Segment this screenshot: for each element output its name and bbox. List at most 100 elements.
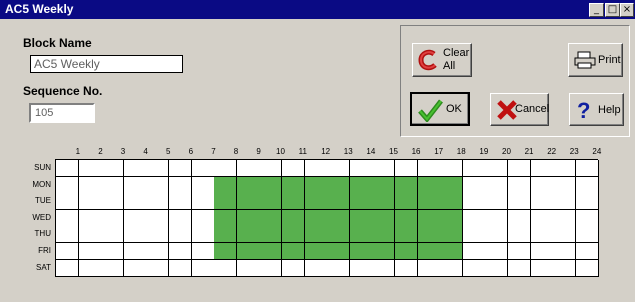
schedule-cell[interactable] [169,226,192,244]
schedule-cell[interactable] [372,193,396,211]
schedule-cell[interactable] [214,160,238,177]
schedule-cell[interactable] [282,259,305,277]
schedule-cell[interactable] [191,209,215,227]
block-name-field[interactable]: AC5 Weekly [30,55,183,73]
schedule-cell[interactable] [417,160,441,177]
schedule-cell[interactable] [169,209,192,227]
schedule-cell[interactable] [214,193,238,211]
schedule-cell[interactable] [462,259,486,277]
close-button[interactable]: × [620,3,634,17]
schedule-cell[interactable] [123,259,147,277]
schedule-cell[interactable] [214,209,238,227]
schedule-cell[interactable] [123,160,147,177]
schedule-cell[interactable] [395,176,418,194]
schedule-cell[interactable] [395,243,418,260]
schedule-cell[interactable] [191,160,215,177]
schedule-cell[interactable] [191,243,215,260]
schedule-cell[interactable] [530,243,554,260]
schedule-cell[interactable] [191,259,215,277]
schedule-cell[interactable] [349,259,373,277]
schedule-cell[interactable] [553,226,577,244]
schedule-cell[interactable] [123,193,147,211]
schedule-cell[interactable] [236,243,260,260]
schedule-cell[interactable] [553,160,577,177]
cancel-button[interactable]: Cancel [490,93,549,126]
schedule-cell[interactable] [417,176,441,194]
schedule-cell[interactable] [282,209,305,227]
schedule-cell[interactable] [553,209,577,227]
schedule-cell[interactable] [508,243,531,260]
schedule-cell[interactable] [123,176,147,194]
schedule-cell[interactable] [101,259,125,277]
schedule-cell[interactable] [78,176,102,194]
schedule-cell[interactable] [282,243,305,260]
schedule-cell[interactable] [236,209,260,227]
schedule-cell[interactable] [78,259,102,277]
schedule-cell[interactable] [236,226,260,244]
schedule-cell[interactable] [327,209,351,227]
schedule-cell[interactable] [417,209,441,227]
schedule-cell[interactable] [372,176,396,194]
schedule-cell[interactable] [530,209,554,227]
schedule-cell[interactable] [191,226,215,244]
clear-all-button[interactable]: Clear All [412,43,472,77]
schedule-cell[interactable] [530,259,554,277]
schedule-cell[interactable] [462,160,486,177]
schedule-cell[interactable] [417,226,441,244]
schedule-cell[interactable] [259,193,283,211]
schedule-cell[interactable] [508,193,531,211]
schedule-cell[interactable] [56,259,79,277]
schedule-cell[interactable] [462,209,486,227]
schedule-cell[interactable] [236,193,260,211]
schedule-cell[interactable] [169,193,192,211]
schedule-cell[interactable] [349,226,373,244]
schedule-cell[interactable] [304,243,328,260]
schedule-cell[interactable] [56,226,79,244]
schedule-cell[interactable] [259,176,283,194]
schedule-cell[interactable] [575,209,599,227]
schedule-cell[interactable] [395,193,418,211]
schedule-cell[interactable] [304,193,328,211]
schedule-cell[interactable] [575,226,599,244]
schedule-cell[interactable] [417,259,441,277]
schedule-cell[interactable] [282,193,305,211]
schedule-cell[interactable] [508,209,531,227]
schedule-cell[interactable] [462,193,486,211]
sequence-field[interactable]: 105 [29,103,95,123]
schedule-cell[interactable] [327,259,351,277]
schedule-cell[interactable] [327,193,351,211]
schedule-cell[interactable] [440,226,464,244]
minimize-button[interactable]: _ [589,3,604,17]
schedule-cell[interactable] [327,176,351,194]
schedule-cell[interactable] [146,176,170,194]
schedule-cell[interactable] [440,160,464,177]
schedule-cell[interactable] [440,176,464,194]
schedule-cell[interactable] [259,243,283,260]
schedule-cell[interactable] [101,209,125,227]
schedule-cell[interactable] [123,209,147,227]
schedule-cell[interactable] [101,160,125,177]
schedule-cell[interactable] [214,226,238,244]
schedule-cell[interactable] [236,176,260,194]
schedule-cell[interactable] [440,193,464,211]
schedule-cell[interactable] [417,243,441,260]
schedule-cell[interactable] [214,243,238,260]
schedule-cell[interactable] [282,176,305,194]
schedule-cell[interactable] [485,209,509,227]
ok-button[interactable]: OK [410,92,470,126]
schedule-cell[interactable] [101,243,125,260]
schedule-cell[interactable] [304,226,328,244]
schedule-cell[interactable] [78,193,102,211]
schedule-cell[interactable] [282,226,305,244]
schedule-cell[interactable] [259,259,283,277]
schedule-cell[interactable] [485,193,509,211]
schedule-cell[interactable] [372,259,396,277]
schedule-cell[interactable] [146,243,170,260]
schedule-cell[interactable] [575,160,599,177]
schedule-cell[interactable] [395,209,418,227]
schedule-cell[interactable] [462,226,486,244]
schedule-cell[interactable] [169,160,192,177]
schedule-cell[interactable] [530,176,554,194]
schedule-cell[interactable] [485,176,509,194]
schedule-cell[interactable] [553,243,577,260]
